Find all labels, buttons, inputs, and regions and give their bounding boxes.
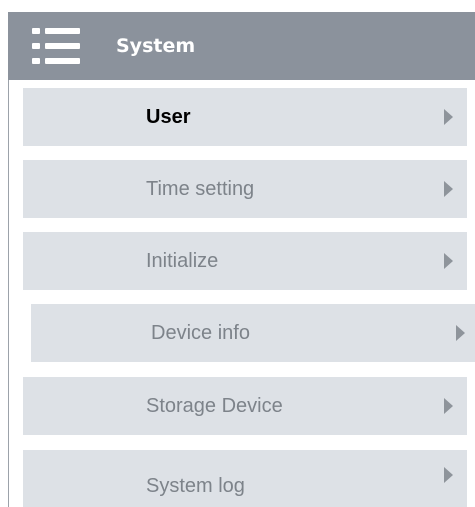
menu-item-storage-device[interactable]: Storage Device [23, 377, 467, 435]
chevron-right-icon [444, 109, 453, 125]
menu-item-label: System log [146, 475, 245, 497]
panel-header: System [8, 12, 475, 80]
chevron-right-icon [444, 398, 453, 414]
menu-item-user[interactable]: User [23, 88, 467, 146]
menu-item-label: Device info [151, 322, 250, 344]
chevron-right-icon [456, 325, 465, 341]
chevron-right-icon [444, 467, 453, 483]
menu-list-icon-dot [32, 28, 40, 34]
menu-list-icon[interactable] [32, 28, 80, 64]
menu-item-system-log[interactable]: System log [23, 450, 467, 507]
panel-title: System [116, 35, 196, 57]
menu-item-label: Time setting [146, 178, 255, 200]
menu-item-time-setting[interactable]: Time setting [23, 160, 467, 218]
menu-item-initialize[interactable]: Initialize [23, 232, 467, 290]
menu-list-icon-bar [45, 43, 80, 49]
menu-item-label: User [146, 106, 191, 128]
menu-item-label: Storage Device [146, 395, 283, 417]
menu-list-icon-dot [32, 43, 40, 49]
chevron-right-icon [444, 253, 453, 269]
menu-list: User Time setting Initialize Device info… [8, 80, 475, 507]
menu-list-icon-dot [32, 58, 40, 64]
chevron-right-icon [444, 181, 453, 197]
system-menu-panel: System User Time setting Initialize Devi… [0, 0, 475, 507]
menu-item-device-info[interactable]: Device info [31, 304, 475, 362]
menu-item-label: Initialize [146, 250, 219, 272]
menu-list-icon-bar [45, 28, 80, 34]
menu-list-icon-bar [45, 58, 80, 64]
